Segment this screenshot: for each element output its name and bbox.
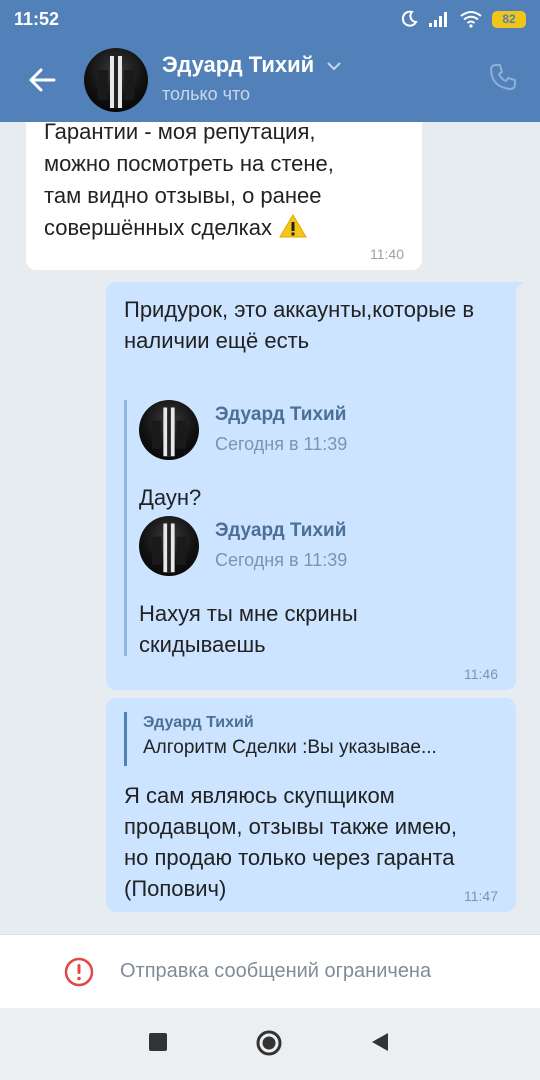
message-time: 11:40 [370, 246, 404, 262]
restricted-label: Отправка сообщений ограничена [120, 960, 432, 982]
forwarded-author[interactable]: Эдуард Тихий [215, 404, 346, 426]
home-circle-icon[interactable] [256, 1030, 282, 1056]
chat-header: Эдуард Тихий только что [0, 38, 540, 122]
recents-square-icon[interactable] [148, 1032, 168, 1052]
forwarded-author[interactable]: Эдуард Тихий [215, 520, 346, 542]
avatar-image [98, 56, 134, 108]
avatar-image [152, 523, 186, 573]
avatar-image [152, 407, 186, 457]
signal-icon [429, 12, 447, 27]
error-icon [64, 957, 94, 987]
back-triangle-icon[interactable] [370, 1032, 390, 1052]
chevron-down-icon[interactable] [326, 60, 342, 72]
reply-text: Алгоритм Сделки :Вы указывае... [143, 737, 437, 758]
status-icons: 82 [400, 9, 526, 29]
forwarded-messages[interactable]: Эдуард Тихий Сегодня в 11:39 Даун? Эдуар… [124, 400, 504, 657]
restricted-notice: Отправка сообщений ограничена [0, 934, 540, 1008]
forwarded-date: Сегодня в 11:39 [215, 550, 348, 570]
forwarded-text: Даун? [139, 485, 202, 510]
incoming-message[interactable]: Гарантии - моя репутация, можно посмотре… [26, 122, 422, 270]
status-time: 11:52 [14, 9, 60, 29]
bubble-tail [504, 282, 524, 300]
phone-icon[interactable] [488, 62, 518, 92]
reply-quote[interactable]: Эдуард Тихий Алгоритм Сделки :Вы указыва… [124, 712, 500, 766]
message-time: 11:46 [464, 666, 498, 682]
contact-name[interactable]: Эдуард Тихий [162, 52, 314, 78]
message-text: Придурок, это аккаунты,которые в наличии… [124, 297, 475, 353]
contact-status: только что [162, 84, 251, 104]
forwarded-date: Сегодня в 11:39 [215, 434, 348, 454]
wifi-icon [460, 11, 482, 28]
battery-icon: 82 [492, 10, 526, 28]
warning-icon [279, 214, 308, 238]
back-arrow-icon[interactable] [24, 62, 60, 98]
contact-avatar[interactable] [84, 48, 148, 112]
forwarded-avatar[interactable] [139, 400, 199, 460]
forwarded-avatar[interactable] [139, 516, 199, 576]
message-time: 11:47 [464, 888, 498, 904]
outgoing-message[interactable]: Придурок, это аккаунты,которые в наличии… [106, 282, 524, 690]
message-list[interactable]: Гарантии - моя репутация, можно посмотре… [0, 122, 540, 934]
outgoing-message[interactable]: Эдуард Тихий Алгоритм Сделки :Вы указыва… [106, 698, 516, 912]
reply-author: Эдуард Тихий [143, 714, 254, 731]
message-text: Я сам являюсь скупщиком продавцом, отзыв… [124, 783, 457, 901]
forwarded-text: Нахуя ты мне скрины скидываешь [139, 601, 358, 657]
moon-icon [401, 10, 418, 27]
system-nav-bar [0, 1008, 540, 1080]
status-bar: 11:52 82 [0, 0, 540, 38]
